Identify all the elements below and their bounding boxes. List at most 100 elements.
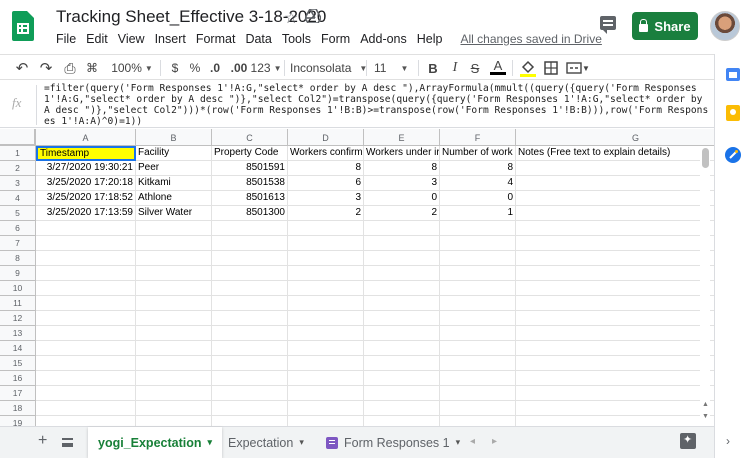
redo-icon[interactable]: ↷ xyxy=(38,59,54,77)
empty-cell[interactable] xyxy=(516,236,714,251)
empty-cell[interactable] xyxy=(364,266,440,281)
data-cell[interactable]: 1 xyxy=(440,206,516,221)
row-header[interactable]: 13 xyxy=(0,326,36,341)
empty-cell[interactable] xyxy=(36,281,136,296)
empty-cell[interactable] xyxy=(136,416,212,426)
menu-data[interactable]: Data xyxy=(245,32,271,46)
row-header[interactable]: 16 xyxy=(0,371,36,386)
font-family-select[interactable]: Inconsolata ▼ xyxy=(290,59,367,77)
vertical-scrollbar[interactable] xyxy=(700,147,710,425)
empty-cell[interactable] xyxy=(364,326,440,341)
empty-cell[interactable] xyxy=(212,281,288,296)
empty-cell[interactable] xyxy=(440,401,516,416)
data-cell[interactable]: 8 xyxy=(364,161,440,176)
undo-icon[interactable]: ↶ xyxy=(14,59,30,77)
empty-cell[interactable] xyxy=(36,251,136,266)
italic-button[interactable]: I xyxy=(448,59,462,77)
empty-cell[interactable] xyxy=(440,296,516,311)
scroll-up-icon[interactable]: ▲ xyxy=(702,401,709,408)
empty-cell[interactable] xyxy=(440,236,516,251)
increase-decimal-button[interactable]: .00 xyxy=(228,59,250,77)
empty-cell[interactable] xyxy=(516,281,714,296)
empty-cell[interactable] xyxy=(136,386,212,401)
merge-cells-icon[interactable] xyxy=(566,59,582,77)
scrollbar-thumb[interactable] xyxy=(702,148,709,168)
empty-cell[interactable] xyxy=(136,221,212,236)
row-header[interactable]: 7 xyxy=(0,236,36,251)
empty-cell[interactable] xyxy=(516,251,714,266)
empty-cell[interactable] xyxy=(440,341,516,356)
empty-cell[interactable] xyxy=(288,236,364,251)
column-header-d[interactable]: D xyxy=(288,129,364,146)
empty-cell[interactable] xyxy=(212,401,288,416)
empty-cell[interactable] xyxy=(364,371,440,386)
column-header-b[interactable]: B xyxy=(136,129,212,146)
empty-cell[interactable] xyxy=(516,296,714,311)
data-cell[interactable]: 3/25/2020 17:13:59 xyxy=(36,206,136,221)
empty-cell[interactable] xyxy=(288,341,364,356)
empty-cell[interactable] xyxy=(212,416,288,426)
strikethrough-button[interactable]: S xyxy=(468,59,482,77)
row-header[interactable]: 12 xyxy=(0,311,36,326)
font-size-select[interactable]: 11 ▼ xyxy=(374,59,414,77)
empty-cell[interactable] xyxy=(212,356,288,371)
zoom-select[interactable]: 100% ▼ xyxy=(110,59,154,77)
empty-cell[interactable] xyxy=(516,191,714,206)
data-cell[interactable]: 4 xyxy=(440,176,516,191)
empty-cell[interactable] xyxy=(36,221,136,236)
row-header[interactable]: 6 xyxy=(0,221,36,236)
empty-cell[interactable] xyxy=(36,356,136,371)
empty-cell[interactable] xyxy=(440,311,516,326)
empty-cell[interactable] xyxy=(440,386,516,401)
data-cell[interactable]: 8501613 xyxy=(212,191,288,206)
empty-cell[interactable] xyxy=(212,371,288,386)
add-sheet-icon[interactable]: + xyxy=(38,432,47,450)
comment-history-icon[interactable] xyxy=(600,16,616,34)
empty-cell[interactable] xyxy=(516,206,714,221)
empty-cell[interactable] xyxy=(516,161,714,176)
calendar-icon[interactable] xyxy=(726,67,740,81)
menu-help[interactable]: Help xyxy=(417,32,443,46)
decrease-decimal-button[interactable]: .0 xyxy=(206,59,224,77)
empty-cell[interactable] xyxy=(288,311,364,326)
empty-cell[interactable] xyxy=(136,326,212,341)
number-format-select[interactable]: 123 ▼ xyxy=(251,59,282,77)
empty-cell[interactable] xyxy=(516,371,714,386)
bold-button[interactable]: B xyxy=(426,59,440,77)
row-header[interactable]: 9 xyxy=(0,266,36,281)
empty-cell[interactable] xyxy=(288,266,364,281)
data-cell[interactable]: 8501300 xyxy=(212,206,288,221)
collapse-side-panel-icon[interactable]: › xyxy=(726,434,730,448)
empty-cell[interactable] xyxy=(516,221,714,236)
data-cell[interactable]: 8501538 xyxy=(212,176,288,191)
empty-cell[interactable] xyxy=(288,401,364,416)
empty-cell[interactable] xyxy=(288,416,364,426)
column-header-a[interactable]: A xyxy=(36,129,136,146)
empty-cell[interactable] xyxy=(440,266,516,281)
empty-cell[interactable] xyxy=(136,371,212,386)
formula-input[interactable]: =filter(query('Form Responses 1'!A:G,"se… xyxy=(44,83,710,127)
scroll-down-icon[interactable]: ▼ xyxy=(702,413,709,420)
row-header[interactable]: 11 xyxy=(0,296,36,311)
header-cell[interactable]: Property Code xyxy=(212,146,288,161)
empty-cell[interactable] xyxy=(36,401,136,416)
move-to-drive-icon[interactable] xyxy=(305,9,321,23)
empty-cell[interactable] xyxy=(516,416,714,426)
data-cell[interactable]: 3 xyxy=(364,176,440,191)
empty-cell[interactable] xyxy=(136,296,212,311)
data-cell[interactable]: 3 xyxy=(288,191,364,206)
empty-cell[interactable] xyxy=(516,311,714,326)
row-header[interactable]: 17 xyxy=(0,386,36,401)
data-cell[interactable]: 8 xyxy=(440,161,516,176)
scroll-tabs-left-icon[interactable]: ◂ xyxy=(470,436,475,447)
empty-cell[interactable] xyxy=(440,251,516,266)
data-cell[interactable]: 0 xyxy=(364,191,440,206)
empty-cell[interactable] xyxy=(36,236,136,251)
empty-cell[interactable] xyxy=(136,281,212,296)
empty-cell[interactable] xyxy=(212,296,288,311)
empty-cell[interactable] xyxy=(288,251,364,266)
chevron-down-icon[interactable]: ▼ xyxy=(582,59,590,77)
data-cell[interactable]: 2 xyxy=(364,206,440,221)
data-cell[interactable]: Peer xyxy=(136,161,212,176)
empty-cell[interactable] xyxy=(288,371,364,386)
